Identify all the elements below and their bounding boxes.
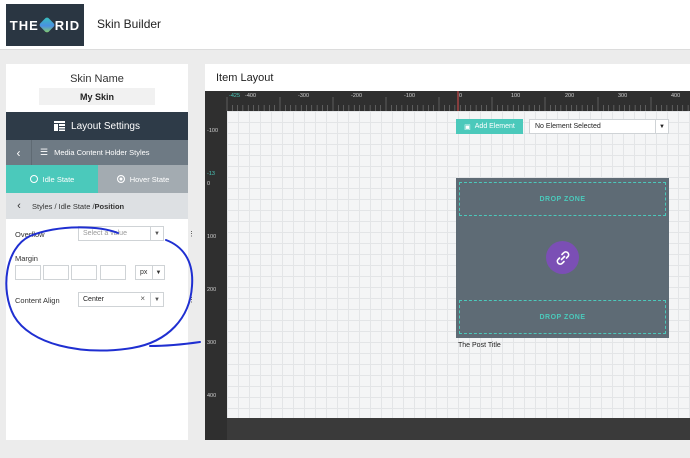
radio-off-icon [29,175,38,183]
horizontal-scrollbar[interactable] [227,418,690,440]
skin-preview-card[interactable]: DROP ZONE DROP ZONE [456,178,669,338]
hamburger-menu-icon: ☰ [40,147,49,157]
ruler-left-label: 400 [207,393,217,399]
ruler-top-label: -100 [404,93,416,99]
back-chevron-icon[interactable]: ‹ [6,140,32,165]
more-options-icon[interactable]: ⋮ [188,296,195,304]
skin-name-input[interactable]: My Skin [39,88,155,105]
content-align-select[interactable]: Center × ▼ [78,292,164,307]
ruler-left-label: -13 [207,171,215,177]
content-align-value: Center [83,296,105,303]
overflow-select[interactable]: Select a value ▼ [78,226,164,241]
margin-unit-value: px [140,269,148,276]
ruler-left-label: 300 [207,340,217,346]
layout-settings-label: Layout Settings [71,120,140,132]
ruler-left-label: 100 [207,234,217,240]
drop-zone-top[interactable]: DROP ZONE [459,182,666,216]
breadcrumb-path: Styles / Idle State / [32,201,95,211]
radio-on-icon [116,175,125,183]
tab-hover-label: Hover State [129,174,170,184]
section-label: Media Content Holder Styles [54,148,150,157]
overflow-placeholder: Select a value [83,230,127,237]
the-grid-logo: THE RID [6,4,84,46]
grid-mark-icon [38,16,56,34]
add-element-label: Add Element [474,123,515,130]
add-element-icon: ▣ [464,123,471,131]
chevron-down-icon: ▼ [150,227,163,240]
add-element-button[interactable]: ▣ Add Element [456,119,523,134]
margin-right-input[interactable] [43,265,69,280]
ruler-top-label: -300 [298,93,310,99]
element-select-value: No Element Selected [535,123,601,130]
ruler-top-label: 200 [565,93,575,99]
margin-top-input[interactable] [15,265,41,280]
margin-bottom-input[interactable] [71,265,97,280]
item-layout-panel: Item Layout -425 -400 -300 -200 -100 0 1… [205,64,690,440]
ruler-left-label: 0 [207,181,211,187]
post-title: The Post Title [458,342,501,349]
more-options-icon[interactable]: ⋮ [188,230,195,238]
state-tabs: Idle State Hover State [6,165,188,193]
ruler-top-label: -200 [351,93,363,99]
ruler-top-label: -400 [245,93,257,99]
item-layout-header: Item Layout [205,64,690,91]
chevron-down-icon: ▼ [152,266,164,279]
overflow-label: Overflow [15,230,45,239]
breadcrumb-current: Position [94,201,125,211]
link-icon[interactable] [546,241,579,274]
logo-text-left: THE [9,17,39,33]
layout-settings-header[interactable]: Layout Settings [6,112,188,140]
chevron-down-icon: ▼ [150,293,163,306]
margin-unit-select[interactable]: px ▼ [135,265,165,280]
logo-text-right: RID [54,17,81,33]
drop-zone-bottom[interactable]: DROP ZONE [459,300,666,334]
top-bar: THE RID Skin Builder [0,0,690,50]
media-content-holder-row: ‹ ☰ Media Content Holder Styles [6,140,188,165]
breadcrumb: ‹ Styles / Idle State / Position [6,193,188,219]
ruler-top-label: 100 [511,93,521,99]
ruler-top-label: 400 [671,93,681,99]
ruler-left-label: 200 [207,287,217,293]
ruler-left-label: -100 [207,128,219,134]
skin-name-label: Skin Name [70,73,124,85]
layout-settings-icon [54,121,66,131]
clear-icon[interactable]: × [140,294,145,303]
vertical-ruler[interactable]: -100 -13 0 100 200 300 400 [205,111,227,418]
horizontal-ruler[interactable]: -425 -400 -300 -200 -100 0 100 200 300 4… [205,91,690,111]
ruler-top-label: -425 [229,93,241,99]
link-glyph [556,250,569,265]
tab-hover-state[interactable]: Hover State [98,165,188,193]
element-select[interactable]: No Element Selected ▼ [529,119,669,134]
ruler-top-label: 300 [618,93,628,99]
ruler-top-label: 0 [459,93,463,99]
item-layout-title: Item Layout [216,72,274,84]
margin-left-input[interactable] [100,265,126,280]
tab-idle-state[interactable]: Idle State [6,165,98,193]
tab-idle-label: Idle State [42,174,75,184]
content-align-label: Content Align [15,296,60,305]
app-title: Skin Builder [97,17,162,31]
margin-label: Margin [15,254,38,263]
chevron-down-icon: ▼ [655,120,668,133]
settings-panel: Skin Name My Skin Layout Settings ‹ ☰ Me… [6,64,195,440]
breadcrumb-back-icon[interactable]: ‹ [6,200,32,212]
